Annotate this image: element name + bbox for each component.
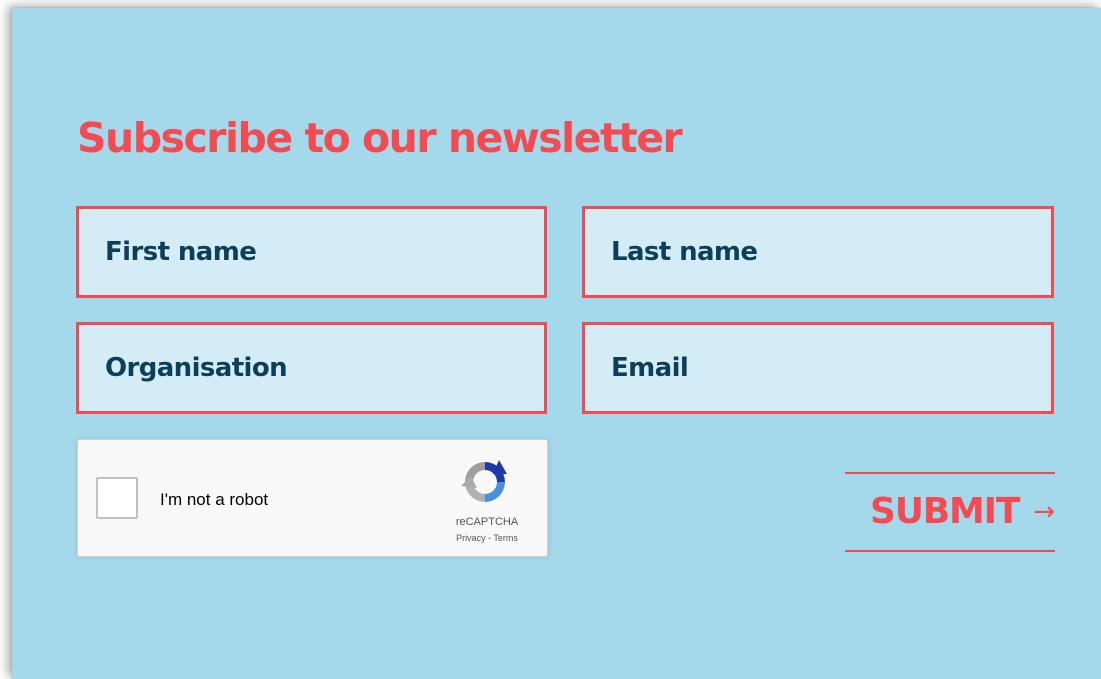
submit-label: SUBMIT — [870, 491, 1020, 532]
organisation-input[interactable] — [76, 322, 547, 414]
recaptcha-links: Privacy - Terms — [434, 533, 540, 543]
newsletter-title: Subscribe to our newsletter — [77, 114, 683, 162]
recaptcha-checkbox[interactable] — [96, 477, 138, 519]
recaptcha-label: I'm not a robot — [160, 490, 269, 509]
last-name-input[interactable] — [582, 206, 1054, 298]
recaptcha-privacy-link[interactable]: Privacy — [456, 533, 486, 543]
arrow-right-icon: → — [1033, 497, 1055, 527]
recaptcha-brand: reCAPTCHA — [455, 516, 519, 528]
email-input[interactable] — [582, 322, 1054, 414]
recaptcha-terms-link[interactable]: Terms — [493, 533, 518, 543]
first-name-input[interactable] — [76, 206, 547, 298]
recaptcha-logo-icon — [461, 460, 507, 502]
recaptcha-widget: I'm not a robot reCAPTCHA Privacy - Term… — [77, 439, 548, 557]
submit-button[interactable]: SUBMIT → — [845, 472, 1055, 552]
